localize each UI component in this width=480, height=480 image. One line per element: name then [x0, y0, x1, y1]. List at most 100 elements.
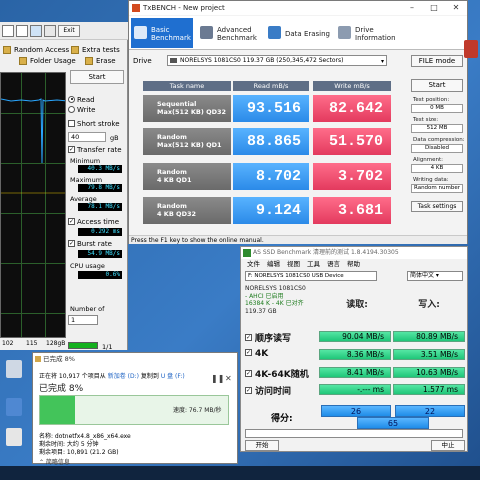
menu-edit[interactable]: 编辑: [267, 259, 280, 269]
write-result: 51.570: [313, 128, 391, 155]
number-spinner[interactable]: 1: [68, 315, 98, 325]
start-button[interactable]: Start: [411, 79, 463, 92]
transfer-rate-checkbox[interactable]: ✓ Transfer rate: [68, 145, 122, 155]
score-read: 26: [321, 405, 391, 417]
options-icon[interactable]: [44, 25, 56, 37]
read-column-header: 读取:: [346, 300, 368, 310]
copy-progress-fill: [40, 396, 76, 424]
tab-erase[interactable]: Erase: [84, 55, 116, 67]
hdtune-toolbar: Exit: [0, 22, 128, 40]
dialog-title: 已完成 8%: [43, 355, 75, 363]
desktop-doc-icon[interactable]: [6, 428, 22, 446]
tab-basic-benchmark[interactable]: Basic Benchmark: [131, 18, 193, 48]
setting-label: Alignment:: [413, 157, 444, 163]
menu-file[interactable]: 文件: [247, 259, 260, 269]
short-stroke-field[interactable]: 40: [68, 132, 106, 142]
desktop-app-icon[interactable]: [464, 40, 478, 58]
task-name[interactable]: Sequential Max(512 KB) QD32: [143, 95, 231, 122]
drive-select[interactable]: F: NORELSYS 1081CS0 USB Device: [245, 271, 377, 281]
burst-rate-checkbox[interactable]: ✓ Burst rate: [68, 239, 112, 249]
burst-rate-value: 54.9 MB/s: [78, 250, 122, 258]
exit-button[interactable]: Exit: [58, 25, 80, 37]
transfer-rate-graph: [0, 72, 66, 338]
cpu-usage-label: CPU usage: [70, 262, 105, 270]
minimize-icon[interactable]: –: [401, 1, 423, 15]
task-name[interactable]: Random Max(512 KB) QD1: [143, 128, 231, 155]
access-time-checkbox[interactable]: ✓ Access time: [68, 217, 119, 227]
percent-complete: 已完成 8%: [39, 384, 84, 394]
txbench-tabbar: Basic Benchmark Advanced Benchmark Data Er…: [129, 16, 467, 50]
menu-tools[interactable]: 工具: [307, 259, 320, 269]
close-icon[interactable]: ✕: [445, 1, 467, 15]
drive-icon: [170, 58, 177, 63]
desktop-app-icon[interactable]: [6, 398, 22, 416]
write-result: 3.702: [313, 163, 391, 190]
number-of-label: Number of: [70, 305, 105, 313]
task-settings-button[interactable]: Task settings: [411, 201, 463, 212]
save-icon[interactable]: [2, 25, 14, 37]
maximum-value: 79.8 MB/s: [78, 184, 122, 192]
access-row-checkbox[interactable]: ✓ 访问时间: [245, 384, 291, 397]
asssd-window: AS SSD Benchmark 清理前的测试 1.8.4194.30305 文…: [240, 246, 468, 452]
start-button[interactable]: Start: [70, 70, 124, 84]
progress-bar: [68, 342, 98, 349]
short-stroke-checkbox[interactable]: Short stroke: [68, 119, 120, 129]
screenshot-icon[interactable]: [30, 25, 42, 37]
progress-bar: [245, 429, 463, 438]
menu-language[interactable]: 语言: [327, 259, 340, 269]
4k64-row-checkbox[interactable]: ✓ 4K-64K随机: [245, 367, 309, 380]
seq-row-checkbox[interactable]: ✓ 顺序读写: [245, 331, 291, 344]
advanced-icon: [200, 26, 213, 39]
write-column-header: 写入:: [418, 300, 440, 310]
header-read: Read mB/s: [233, 81, 309, 91]
copy-description: 正在将 10,917 个项目从 新加卷 (D:) 复制到 U 盘 (F:): [39, 373, 185, 380]
tab-data-erasing[interactable]: Data Erasing: [265, 18, 331, 48]
setting-value: 512 MB: [411, 124, 463, 133]
read-value: 8.41 MB/s: [319, 367, 391, 378]
benchmark-icon: [134, 26, 147, 39]
desktop-file-icon[interactable]: [6, 360, 22, 378]
cancel-icon[interactable]: ✕: [225, 374, 232, 383]
random-access-icon: [3, 46, 11, 54]
tab-drive-information[interactable]: Drive Information: [335, 18, 401, 48]
copy-icon[interactable]: [16, 25, 28, 37]
access-time-value: 0.292 ms: [78, 228, 122, 236]
cpu-usage-value: 0.6%: [78, 271, 122, 279]
average-value: 78.1 MB/s: [78, 203, 122, 211]
read-radio[interactable]: Read: [68, 95, 95, 105]
4k-row-checkbox[interactable]: ✓ 4K: [245, 349, 268, 359]
status-bar: Press the F1 key to show the online manu…: [129, 235, 467, 244]
header-task: Task name: [143, 81, 231, 91]
copy-speed: 速度: 76.7 MB/秒: [173, 407, 222, 414]
erase-icon: [268, 26, 281, 39]
read-value: -.--- ms: [319, 384, 391, 395]
task-name[interactable]: Random 4 KB QD1: [143, 163, 231, 190]
destination-link[interactable]: U 盘 (F:): [161, 373, 185, 380]
menu-help[interactable]: 帮助: [347, 259, 360, 269]
progress-label: 1/1: [102, 343, 113, 351]
fewer-details-toggle[interactable]: ⌃ 简略信息: [39, 457, 70, 466]
file-mode-button[interactable]: FILE mode: [411, 55, 463, 67]
menu-view[interactable]: 视图: [287, 259, 300, 269]
language-select[interactable]: 简体中文 ▾: [407, 271, 463, 281]
drive-select[interactable]: NORELSYS 1081CS0 119.37 GB (250,345,472 …: [167, 55, 387, 66]
maximize-icon[interactable]: □: [423, 1, 445, 15]
read-result: 93.516: [233, 95, 309, 122]
task-name[interactable]: Random 4 KB QD32: [143, 197, 231, 224]
drive-info-icon: [338, 26, 351, 39]
source-link[interactable]: 新加卷 (D:): [108, 373, 139, 380]
abort-button[interactable]: 中止: [431, 440, 465, 451]
tab-advanced-benchmark[interactable]: Advanced Benchmark: [197, 18, 263, 48]
minimum-value: 40.3 MB/s: [78, 165, 122, 173]
chevron-down-icon: ▾: [380, 58, 384, 65]
setting-label: Test size:: [413, 117, 439, 123]
pause-icon[interactable]: ❚❚: [211, 374, 224, 383]
start-button[interactable]: 开始: [245, 440, 279, 451]
write-radio[interactable]: Write: [68, 105, 95, 115]
copy-items-remaining: 剩余项目: 10,891 (21.2 GB): [39, 449, 119, 456]
setting-value: Disabled: [411, 144, 463, 153]
results-grid: Task name Read mB/s Write mB/s Sequentia…: [143, 81, 393, 231]
tab-folder-usage[interactable]: Folder Usage: [18, 55, 76, 67]
window-title: AS SSD Benchmark 清理前的测试 1.8.4194.30305: [253, 249, 399, 256]
copy-dialog-titlebar: 已完成 8%: [33, 353, 237, 365]
